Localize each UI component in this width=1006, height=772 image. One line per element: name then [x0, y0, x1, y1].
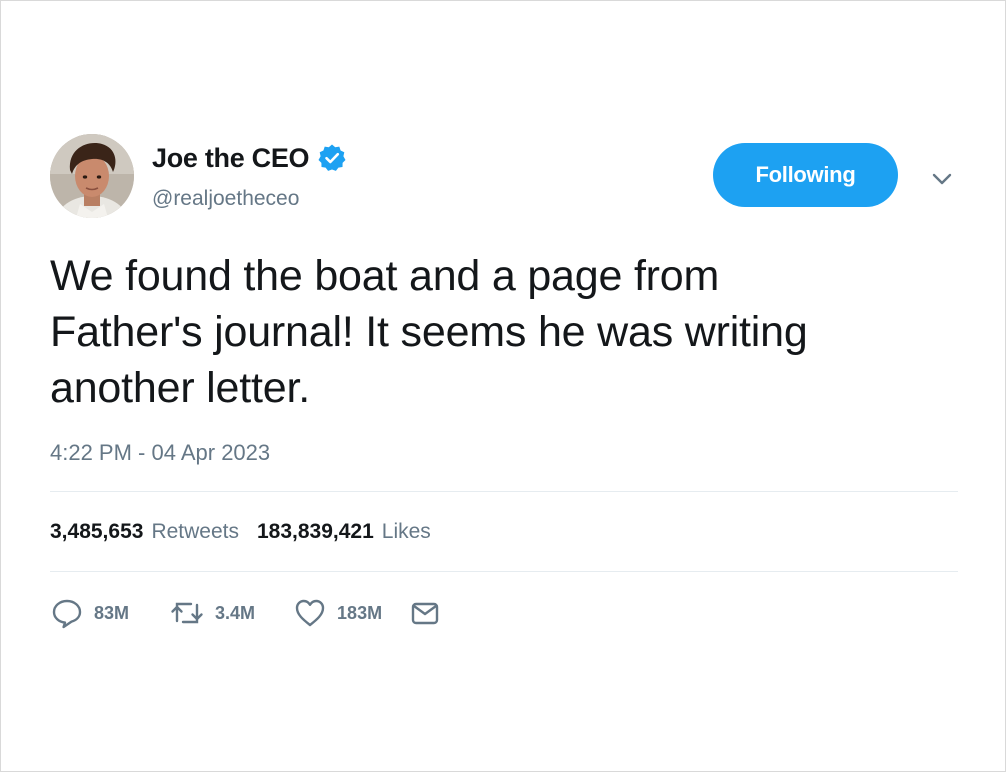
like-count: 183M	[337, 602, 383, 623]
user-handle[interactable]: @realjoetheceo	[152, 187, 299, 211]
retweet-button[interactable]: 3.4M	[169, 596, 255, 630]
likes-count: 183,839,421	[256, 520, 374, 543]
likes-label: Likes	[381, 520, 431, 543]
divider	[50, 491, 958, 492]
reply-button[interactable]: 83M	[50, 596, 129, 630]
avatar-image	[50, 134, 134, 218]
retweets-count: 3,485,653	[50, 520, 144, 543]
chevron-down-icon[interactable]	[929, 168, 955, 190]
display-name-row: Joe the CEO	[152, 138, 347, 178]
retweet-icon	[171, 602, 203, 624]
retweets-stat[interactable]: 3,485,653 Retweets	[50, 520, 239, 544]
divider	[50, 571, 958, 572]
following-button[interactable]: Following	[713, 143, 898, 207]
like-button[interactable]: 183M	[293, 596, 382, 630]
tweet-card: Joe the CEO @realjoetheceo Following We …	[0, 0, 1006, 772]
reply-icon	[52, 599, 82, 629]
reply-count: 83M	[94, 602, 130, 623]
tweet-stats: 3,485,653 Retweets 183,839,421 Likes	[50, 520, 449, 544]
retweets-label: Retweets	[151, 520, 239, 543]
tweet-timestamp[interactable]: 4:22 PM - 04 Apr 2023	[50, 440, 270, 466]
display-name[interactable]: Joe the CEO	[152, 143, 310, 174]
retweet-count: 3.4M	[215, 602, 256, 623]
avatar[interactable]	[50, 134, 134, 218]
tweet-actions: 83M 3.4M 183M	[50, 596, 442, 630]
tweet-text: We found the boat and a page from Father…	[50, 252, 808, 412]
heart-icon	[295, 599, 325, 627]
likes-stat[interactable]: 183,839,421 Likes	[257, 520, 431, 544]
verified-badge-icon	[317, 143, 347, 173]
message-button[interactable]	[408, 596, 442, 630]
envelope-icon	[411, 602, 439, 625]
